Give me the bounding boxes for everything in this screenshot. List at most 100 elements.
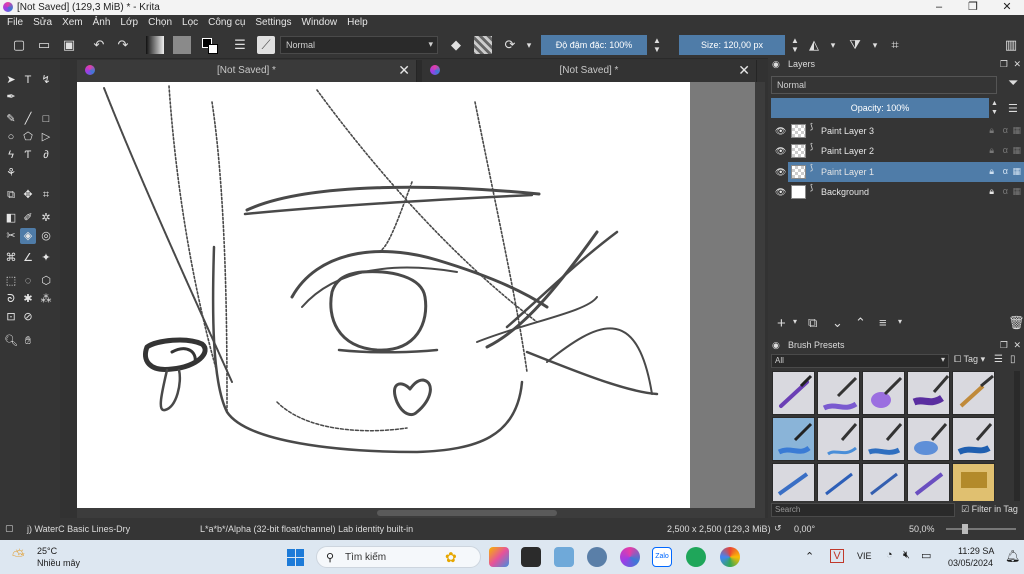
transform-tool-icon[interactable]: ⧉ — [3, 187, 19, 203]
brush-preset-icon[interactable]: ⟋ — [257, 36, 275, 54]
contiguous-select-tool-icon[interactable]: ✱ — [20, 291, 36, 307]
smart-patch-tool-icon[interactable]: ✲ — [38, 210, 54, 226]
crop-tool-icon[interactable]: ⌗ — [38, 187, 54, 203]
brush-preset[interactable] — [817, 463, 860, 501]
minimize-button[interactable]: – — [925, 0, 953, 15]
close-panel-icon[interactable]: ✕ — [1013, 57, 1021, 71]
filter-funnel-icon[interactable]: ⏷ — [1008, 75, 1018, 91]
pan-tool-icon[interactable]: ✋︎ — [20, 333, 36, 349]
zoom-slider-handle[interactable] — [962, 524, 968, 534]
menu-edit[interactable]: Sửa — [28, 15, 57, 28]
chrome-app-icon[interactable] — [720, 547, 740, 567]
alpha-lock-icon[interactable]: ▦ — [1012, 166, 1021, 177]
lock-icon[interactable]: 🔒︎ — [989, 186, 994, 197]
new-document-icon[interactable]: ▢ — [10, 36, 28, 54]
calligraphy-tool-icon[interactable]: ✒ — [3, 89, 19, 105]
vertical-scrollbar[interactable] — [755, 82, 765, 510]
mirror-dropdown-icon[interactable]: ▾ — [824, 36, 842, 54]
multibrush-tool-icon[interactable]: ⚘ — [3, 165, 19, 181]
copilot-app-icon[interactable] — [489, 547, 509, 567]
close-tab-icon[interactable]: ✕ — [738, 62, 750, 79]
brush-preset[interactable] — [907, 463, 950, 501]
notification-icon[interactable]: 🔔︎ — [1005, 549, 1020, 563]
pattern-icon[interactable] — [173, 36, 191, 54]
undo-icon[interactable]: ↶ — [90, 36, 108, 54]
measure-tool-icon[interactable]: ∠ — [20, 250, 36, 266]
menu-layer[interactable]: Lớp — [115, 15, 143, 28]
clock-time[interactable]: 11:29 SA — [958, 546, 994, 556]
krita-app-icon[interactable] — [620, 547, 640, 567]
brush-grid-scrollbar[interactable] — [1014, 371, 1020, 501]
move-layer-up-icon[interactable]: ⌃ — [855, 315, 866, 331]
brush-preset[interactable] — [772, 463, 815, 501]
menu-view[interactable]: Xem — [57, 15, 88, 28]
language-indicator[interactable]: VIE — [857, 551, 872, 561]
taskbar-search-box[interactable]: ⚲ Tìm kiếm ✿ — [316, 546, 481, 568]
brush-import-icon[interactable]: ▯ — [1010, 354, 1016, 365]
eraser-icon[interactable]: ◆ — [447, 36, 465, 54]
alpha-lock-icon[interactable]: ▦ — [1012, 125, 1021, 136]
zoom-value[interactable]: 50,0% — [909, 524, 935, 534]
alpha-lock-icon[interactable]: ▦ — [1012, 186, 1021, 197]
line-tool-icon[interactable]: ╱ — [20, 111, 36, 127]
gradient-icon[interactable] — [146, 36, 164, 54]
workspace-icon[interactable]: ▥ — [1002, 36, 1020, 54]
layer-options-icon[interactable]: ☰ — [1008, 102, 1018, 115]
redo-icon[interactable]: ↷ — [114, 36, 132, 54]
clock-date[interactable]: 03/05/2024 — [948, 558, 993, 568]
zoom-slider[interactable] — [946, 524, 1016, 534]
reference-tool-icon[interactable]: ✦ — [38, 250, 54, 266]
close-tab-icon[interactable]: ✕ — [398, 62, 410, 79]
select-shapes-tool-icon[interactable]: ➤ — [3, 72, 19, 88]
brush-preset[interactable] — [952, 371, 995, 415]
zalo-app-icon[interactable]: Zalo — [652, 547, 672, 567]
lock-icon[interactable]: 🔒︎ — [989, 125, 994, 136]
delete-layer-icon[interactable]: 🗑︎ — [1008, 315, 1024, 331]
crop-icon[interactable]: ⌗ — [886, 36, 904, 54]
volume-mute-icon[interactable]: 🔇︎ — [903, 549, 910, 562]
brush-preset[interactable] — [907, 371, 950, 415]
color-swatch-icon[interactable] — [200, 36, 218, 54]
visibility-eye-icon[interactable]: 👁︎ — [775, 146, 786, 157]
opacity-spinner-icon[interactable]: ▲ ▼ — [648, 36, 666, 54]
alpha-lock-icon[interactable] — [474, 36, 492, 54]
windows-start-icon[interactable] — [287, 549, 305, 567]
add-layer-icon[interactable]: + — [777, 315, 786, 332]
assistant-tool-icon[interactable]: ⌘ — [3, 250, 19, 266]
alpha-inherit-icon[interactable]: α — [1003, 166, 1008, 176]
colorize-mask-tool-icon[interactable]: ✂ — [3, 228, 19, 244]
brush-preset[interactable] — [952, 463, 995, 501]
brush-preset[interactable] — [817, 371, 860, 415]
battery-icon[interactable]: ▭ — [921, 549, 931, 562]
open-folder-icon[interactable]: ▭ — [35, 36, 53, 54]
move-layer-down-icon[interactable]: ⌄ — [832, 315, 843, 331]
visibility-eye-icon[interactable]: 👁︎ — [775, 187, 786, 198]
ellipse-select-tool-icon[interactable]: ◌ — [20, 273, 36, 289]
mirror-vertical-icon[interactable]: ⧩ — [846, 36, 864, 54]
tray-expand-icon[interactable]: ⌃ — [805, 550, 814, 563]
alpha-lock-icon[interactable]: ▦ — [1012, 145, 1021, 156]
weather-text[interactable]: Nhiều mây — [37, 558, 80, 568]
menu-settings[interactable]: Settings — [250, 15, 296, 28]
visibility-eye-icon[interactable]: 👁︎ — [775, 126, 786, 137]
menu-filter[interactable]: Lọc — [177, 15, 203, 28]
float-panel-icon[interactable]: ❐ — [1000, 338, 1008, 352]
bezier-tool-icon[interactable]: ϟ — [3, 147, 19, 163]
duplicate-layer-icon[interactable]: ⧉ — [808, 315, 817, 331]
magnetic-select-tool-icon[interactable]: ⊘ — [20, 309, 36, 325]
weather-cloud-sun-icon[interactable]: ⛅︎ — [12, 548, 25, 566]
brush-preset[interactable] — [862, 417, 905, 461]
brush-filter-select[interactable]: All ▾ — [771, 354, 949, 368]
layer-row[interactable]: 👁︎ ⟆ Background 🔒︎ α ▦ — [775, 182, 1024, 202]
close-window-button[interactable]: ✕ — [993, 0, 1021, 15]
wifi-icon[interactable]: ◔ — [886, 549, 893, 561]
edit-shapes-tool-icon[interactable]: ↯ — [38, 72, 54, 88]
layer-row[interactable]: 👁︎ ⟆ Paint Layer 2 🔒︎ α ▦ — [775, 141, 1024, 161]
freehand-brush-tool-icon[interactable]: ✎ — [3, 111, 19, 127]
menu-select[interactable]: Chọn — [143, 15, 177, 28]
add-layer-dropdown-icon[interactable]: ▾ — [793, 317, 797, 326]
size-spinner-icon[interactable]: ▲ ▼ — [786, 36, 804, 54]
size-slider[interactable]: Size: 120,00 px — [679, 35, 785, 55]
layer-properties-icon[interactable]: ≡ — [879, 315, 887, 330]
polygon-select-tool-icon[interactable]: ⬡ — [38, 273, 54, 289]
